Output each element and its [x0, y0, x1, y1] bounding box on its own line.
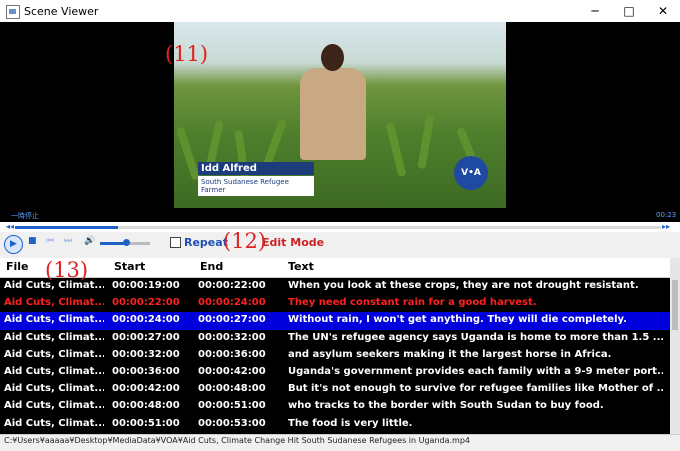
volume-icon[interactable]: 🔊 [84, 236, 95, 246]
cell-start: 00:00:27:00 [112, 331, 180, 343]
cell-text: and asylum seekers making it the largest… [288, 348, 612, 360]
name-tag-name: Idd Alfred [198, 162, 314, 175]
table-header: File Start End Text [0, 258, 670, 278]
edit-mode-label[interactable]: Edit Mode [262, 236, 324, 249]
cell-start: 00:00:22:00 [112, 297, 180, 309]
cell-end: 00:00:27:00 [198, 314, 266, 326]
cell-text: But it's not enough to survive for refug… [288, 383, 663, 395]
cell-end: 00:00:53:00 [198, 417, 266, 429]
file-path: C:¥Users¥aaaaa¥Desktop¥MediaData¥VOA¥Aid… [4, 436, 471, 445]
cell-text: The food is very little. [288, 417, 413, 429]
cell-end: 00:00:24:00 [198, 297, 266, 309]
subtitle-table[interactable]: File Start End Text Aid Cuts, Climat... 0… [0, 258, 670, 434]
cell-file: Aid Cuts, Climat... [4, 331, 104, 343]
table-row[interactable]: Aid Cuts, Climat... 00:00:42:00 00:00:48:0… [0, 381, 670, 398]
cell-start: 00:00:36:00 [112, 365, 180, 377]
seek-back-icon[interactable]: ◂◂ [6, 222, 14, 231]
cell-text: who tracks to the border with South Suda… [288, 400, 604, 412]
cell-text: They need constant rain for a good harve… [288, 297, 537, 309]
maximize-button[interactable]: □ [612, 0, 646, 22]
cell-text: Without rain, I won't get anything. They… [288, 314, 627, 326]
table-row[interactable]: Aid Cuts, Climat... 00:00:27:00 00:00:32:0… [0, 330, 670, 347]
title-bar: Scene Viewer ─ □ ✕ [0, 0, 680, 22]
previous-icon[interactable]: ⏮ [46, 236, 54, 246]
table-row[interactable]: Aid Cuts, Climat... 00:00:32:00 00:00:36:0… [0, 347, 670, 364]
header-text[interactable]: Text [288, 260, 314, 273]
window-title: Scene Viewer [24, 5, 99, 18]
cell-file: Aid Cuts, Climat... [4, 383, 104, 395]
playback-status: 一時停止 [11, 212, 39, 220]
crop-leaf [417, 113, 435, 170]
cell-end: 00:00:48:00 [198, 383, 266, 395]
table-body: Aid Cuts, Climat... 00:00:19:00 00:00:22:0… [0, 278, 670, 433]
cell-text: When you look at these crops, they are n… [288, 280, 639, 291]
cell-start: 00:00:51:00 [112, 417, 180, 429]
cell-start: 00:00:32:00 [112, 348, 180, 360]
minimize-button[interactable]: ─ [578, 0, 612, 22]
table-row[interactable]: Aid Cuts, Climat... 00:00:24:00 00:00:27:0… [0, 312, 670, 330]
header-file[interactable]: File [6, 260, 29, 273]
cell-end: 00:00:42:00 [198, 365, 266, 377]
app-icon [6, 5, 20, 19]
person-body [300, 68, 366, 160]
table-row[interactable]: Aid Cuts, Climat... 00:00:36:00 00:00:42:0… [0, 364, 670, 381]
cell-end: 00:00:32:00 [198, 331, 266, 343]
video-frame[interactable]: Idd Alfred South Sudanese Refugee Farmer… [174, 22, 506, 208]
annotation-label-13: (13) [45, 258, 89, 282]
cell-file: Aid Cuts, Climat... [4, 314, 104, 326]
playback-time: 00:23 [656, 211, 677, 219]
person-head [321, 44, 344, 71]
annotation-label-12: (12) [223, 229, 267, 253]
cell-start: 00:00:19:00 [112, 280, 180, 291]
repeat-checkbox[interactable] [170, 237, 181, 248]
table-row[interactable]: Aid Cuts, Climat... 00:00:19:00 00:00:22:0… [0, 278, 670, 295]
crop-leaf [175, 126, 201, 181]
cell-text: The UN's refugee agency says Uganda is h… [288, 331, 663, 343]
cell-file: Aid Cuts, Climat... [4, 365, 104, 377]
cell-end: 00:00:51:00 [198, 400, 266, 412]
video-player[interactable]: Idd Alfred South Sudanese Refugee Farmer… [0, 22, 680, 222]
cell-file: Aid Cuts, Climat... [4, 348, 104, 360]
table-scrollbar-thumb[interactable] [672, 280, 678, 330]
cell-file: Aid Cuts, Climat... [4, 400, 104, 412]
annotation-label-11: (11) [165, 42, 209, 66]
cell-end: 00:00:22:00 [198, 280, 266, 291]
table-row[interactable]: Aid Cuts, Climat... 00:00:22:00 00:00:24:0… [0, 295, 670, 312]
volume-knob[interactable] [123, 239, 130, 246]
cell-start: 00:00:24:00 [112, 314, 180, 326]
next-icon[interactable]: ⏭ [64, 236, 72, 246]
name-tag: Idd Alfred South Sudanese Refugee Farmer [198, 162, 314, 196]
seek-bar-progress [15, 226, 118, 229]
table-row[interactable]: Aid Cuts, Climat... 00:00:48:00 00:00:51:0… [0, 398, 670, 415]
name-tag-subtitle: South Sudanese Refugee Farmer [198, 176, 314, 196]
table-row[interactable]: Aid Cuts, Climat... 00:00:51:00 00:00:53:0… [0, 416, 670, 433]
stop-icon[interactable]: ■ [28, 236, 37, 246]
cell-file: Aid Cuts, Climat... [4, 417, 104, 429]
cell-start: 00:00:42:00 [112, 383, 180, 395]
cell-text: Uganda's government provides each family… [288, 365, 663, 377]
voa-logo: V•A [454, 156, 488, 190]
seek-forward-icon[interactable]: ▸▸ [662, 222, 670, 231]
repeat-label[interactable]: Repeat [184, 236, 228, 249]
play-button[interactable]: ▶ [4, 235, 23, 254]
play-icon: ▶ [10, 239, 17, 249]
cell-start: 00:00:48:00 [112, 400, 180, 412]
crop-leaf [385, 121, 407, 178]
cell-file: Aid Cuts, Climat... [4, 297, 104, 309]
header-start[interactable]: Start [114, 260, 145, 273]
cell-end: 00:00:36:00 [198, 348, 266, 360]
header-end[interactable]: End [200, 260, 223, 273]
close-button[interactable]: ✕ [646, 0, 680, 22]
